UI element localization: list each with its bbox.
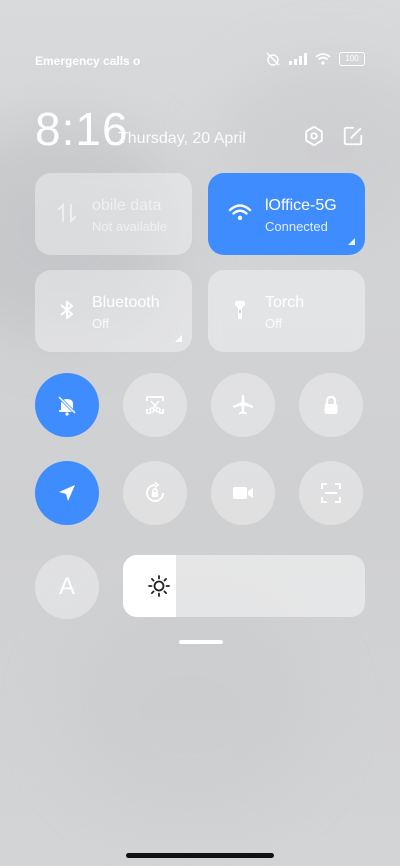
torch-status: Off (265, 316, 283, 331)
video-camera-icon (233, 487, 253, 499)
torch-tile[interactable]: Torch Off (208, 270, 365, 352)
bluetooth-title: Bluetooth (92, 294, 160, 311)
airplane-icon (233, 395, 253, 415)
wifi-network-name: lOffice-5G (265, 197, 337, 214)
lock-screen-toggle[interactable] (299, 373, 363, 437)
wifi-status-icon (315, 53, 331, 65)
location-toggle[interactable] (35, 461, 99, 525)
edit-icon[interactable] (342, 125, 364, 147)
wifi-tile[interactable]: lOffice-5G Connected (208, 173, 365, 255)
status-bar: Emergency calls o 100 (35, 52, 365, 72)
clock-time: 8:16 (35, 103, 129, 155)
status-icons: 100 (265, 52, 365, 66)
mobile-data-title: obile data (92, 197, 162, 214)
mobile-data-subtitle: Not available (92, 219, 168, 234)
wifi-status: Connected (265, 219, 328, 234)
background-blob (60, 600, 320, 820)
battery-icon: 100 (339, 52, 365, 66)
bluetooth-status: Off (92, 316, 110, 331)
status-carrier-text: Emergency calls o (35, 54, 141, 68)
scissors-screenshot-icon (146, 396, 164, 414)
torch-title: Torch (265, 294, 305, 311)
bluetooth-tile[interactable]: Bluetooth Off (35, 270, 192, 352)
auto-brightness-button[interactable]: A (35, 555, 99, 619)
mobile-data-tile[interactable]: obile data Not available (35, 173, 192, 255)
alarm-off-icon (266, 52, 280, 66)
wifi-expand-corner[interactable] (348, 238, 355, 245)
airplane-mode-toggle[interactable] (211, 373, 275, 437)
torch-icon (235, 301, 245, 319)
sun-brightness-icon (148, 575, 170, 597)
scan-frame-icon (321, 483, 341, 503)
wifi-icon (228, 204, 252, 221)
rotation-lock-toggle[interactable] (123, 461, 187, 525)
silent-mode-toggle[interactable] (35, 373, 99, 437)
screen-recorder-toggle[interactable] (211, 461, 275, 525)
clock-date: Thursday, 20 April (118, 130, 246, 147)
lock-icon (324, 395, 338, 414)
signal-icon (289, 53, 307, 65)
gesture-nav-bar[interactable] (126, 853, 274, 858)
auto-brightness-label: A (58, 573, 75, 600)
mobile-data-icon (58, 202, 76, 224)
location-arrow-icon (59, 485, 75, 501)
brightness-slider[interactable] (123, 555, 365, 617)
bluetooth-icon (60, 301, 73, 319)
bell-off-icon (57, 395, 77, 416)
scanner-toggle[interactable] (299, 461, 363, 525)
screenshot-toggle[interactable] (123, 373, 187, 437)
settings-gear-icon[interactable] (303, 125, 325, 147)
bluetooth-expand-corner[interactable] (175, 335, 182, 342)
panel-drag-handle[interactable] (179, 640, 223, 644)
rotation-lock-icon (146, 481, 164, 502)
